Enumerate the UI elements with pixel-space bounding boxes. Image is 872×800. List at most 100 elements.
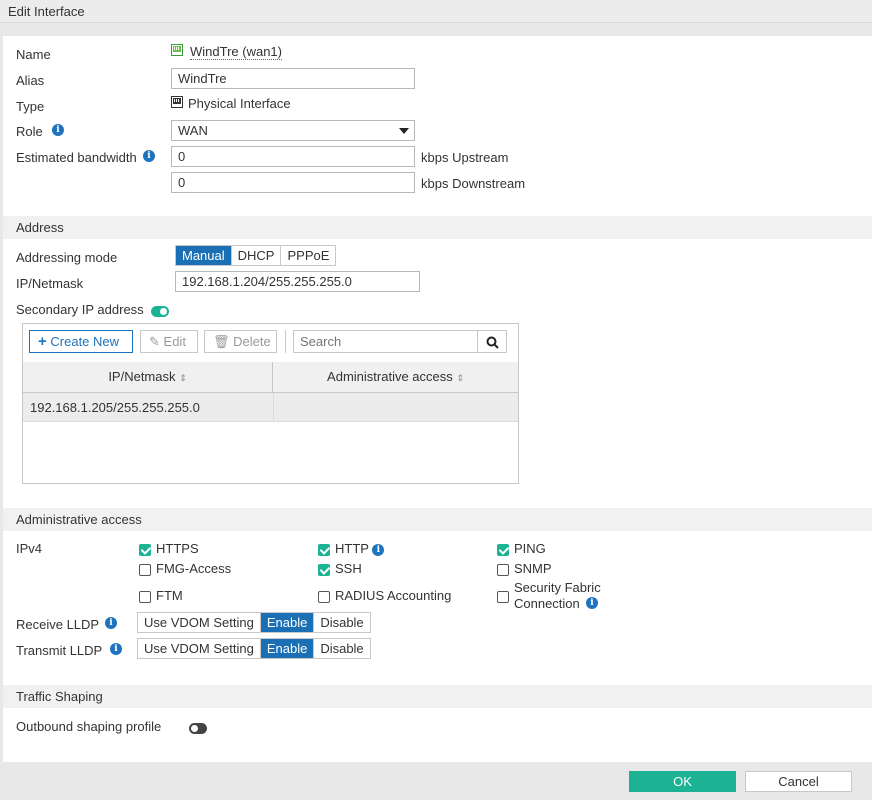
admin-access-section-header: Administrative access bbox=[3, 508, 872, 531]
mode-manual[interactable]: Manual bbox=[176, 246, 232, 265]
checkbox-unchecked[interactable] bbox=[497, 563, 509, 576]
name-label: Name bbox=[16, 47, 51, 62]
secondary-ip-toggle[interactable] bbox=[151, 306, 169, 318]
alias-label: Alias bbox=[16, 73, 45, 88]
column-header-ipnetmask-label: IP/Netmask bbox=[108, 369, 176, 384]
downstream-input[interactable]: 0 bbox=[171, 172, 415, 193]
window-title: Edit Interface bbox=[0, 0, 872, 23]
checkbox-unchecked[interactable] bbox=[139, 563, 151, 576]
receive-lldp-label: Receive LLDP bbox=[16, 617, 100, 632]
checkbox-label: SSH bbox=[335, 561, 362, 576]
checkbox-unchecked[interactable] bbox=[318, 590, 330, 603]
physical-interface-icon bbox=[171, 96, 183, 111]
receive-lldp-disable[interactable]: Disable bbox=[314, 613, 370, 632]
checkbox-http[interactable]: HTTP i bbox=[318, 541, 385, 556]
addressing-mode-label: Addressing mode bbox=[16, 250, 118, 265]
checkbox-ssh[interactable]: SSH bbox=[318, 561, 362, 576]
checkbox-label: HTTPS bbox=[156, 541, 199, 556]
transmit-lldp-disable[interactable]: Disable bbox=[314, 639, 370, 658]
column-header-ipnetmask[interactable]: IP/Netmask ⇕ bbox=[23, 362, 273, 393]
checkbox-label: SNMP bbox=[514, 561, 552, 576]
type-label: Type bbox=[16, 99, 45, 114]
checkbox-ping[interactable]: PING bbox=[497, 541, 546, 556]
search-icon bbox=[486, 336, 499, 349]
checkbox-fmg-access[interactable]: FMG-Access bbox=[139, 561, 231, 576]
role-selected-value: WAN bbox=[178, 123, 208, 138]
delete-button[interactable]: 🗑 Delete bbox=[204, 330, 277, 353]
search-button[interactable] bbox=[477, 330, 507, 353]
toolbar-divider bbox=[285, 330, 286, 353]
ipnetmask-label: IP/Netmask bbox=[16, 276, 84, 291]
alias-input[interactable]: WindTre bbox=[171, 68, 415, 89]
checkbox-checked[interactable] bbox=[318, 563, 330, 576]
checkbox-label: RADIUS Accounting bbox=[335, 588, 452, 603]
create-new-button[interactable]: + Create New bbox=[29, 330, 133, 353]
sort-icon: ⇕ bbox=[456, 373, 464, 383]
chevron-down-icon bbox=[399, 128, 409, 134]
column-divider bbox=[273, 393, 274, 422]
secondary-ip-table: IP/Netmask ⇕ Administrative access ⇕ 192… bbox=[23, 362, 518, 483]
checkbox-checked[interactable] bbox=[497, 543, 509, 556]
ok-button[interactable]: OK bbox=[629, 771, 736, 792]
transmit-lldp-use-vdom[interactable]: Use VDOM Setting bbox=[138, 639, 261, 658]
receive-lldp-use-vdom[interactable]: Use VDOM Setting bbox=[138, 613, 261, 632]
secondary-ip-label: Secondary IP address bbox=[16, 302, 144, 317]
receive-lldp-info-icon[interactable]: i bbox=[105, 617, 117, 629]
transmit-lldp-info-icon[interactable]: i bbox=[110, 643, 122, 655]
mode-dhcp[interactable]: DHCP bbox=[231, 246, 282, 265]
interface-name[interactable]: WindTre (wan1) bbox=[190, 44, 282, 60]
row-ipnetmask: 192.168.1.205/255.255.255.0 bbox=[30, 400, 200, 415]
checkbox-https[interactable]: HTTPS bbox=[139, 541, 199, 556]
mode-pppoe[interactable]: PPPoE bbox=[281, 246, 336, 265]
create-new-label: Create New bbox=[50, 334, 120, 349]
pencil-icon: ✎ bbox=[149, 334, 160, 349]
dialog-footer: OK Cancel bbox=[0, 762, 872, 800]
role-label: Role bbox=[16, 124, 43, 139]
role-info-icon[interactable]: i bbox=[52, 124, 64, 136]
cancel-button[interactable]: Cancel bbox=[745, 771, 852, 792]
type-value: Physical Interface bbox=[188, 96, 291, 111]
transmit-lldp-selector: Use VDOM Setting Enable Disable bbox=[137, 638, 371, 659]
http-info-icon[interactable]: i bbox=[372, 543, 385, 556]
checkbox-label: FMG-Access bbox=[156, 561, 232, 576]
checkbox-ftm[interactable]: FTM bbox=[139, 588, 183, 603]
checkbox-label: PING bbox=[514, 541, 546, 556]
receive-lldp-enable[interactable]: Enable bbox=[260, 613, 315, 632]
role-select[interactable]: WAN bbox=[171, 120, 415, 141]
upstream-unit: kbps Upstream bbox=[421, 150, 509, 165]
edit-label: Edit bbox=[163, 334, 186, 349]
traffic-shaping-section-header: Traffic Shaping bbox=[3, 685, 872, 708]
ipv4-label: IPv4 bbox=[16, 541, 43, 556]
upstream-input[interactable]: 0 bbox=[171, 146, 415, 167]
security-fabric-label-line1: Security Fabric bbox=[514, 580, 601, 595]
transmit-lldp-label: Transmit LLDP bbox=[16, 643, 103, 658]
column-header-admin-access[interactable]: Administrative access ⇕ bbox=[273, 362, 518, 393]
checkbox-radius-accounting[interactable]: RADIUS Accounting bbox=[318, 588, 451, 603]
trash-icon: 🗑 bbox=[213, 334, 230, 349]
delete-label: Delete bbox=[233, 334, 271, 349]
checkbox-checked[interactable] bbox=[318, 543, 330, 556]
edit-button[interactable]: ✎ Edit bbox=[140, 330, 198, 353]
checkbox-security-fabric[interactable] bbox=[497, 588, 514, 603]
port-icon bbox=[171, 44, 183, 59]
checkbox-checked[interactable] bbox=[139, 543, 151, 556]
downstream-unit: kbps Downstream bbox=[421, 176, 526, 191]
column-header-admin-access-label: Administrative access bbox=[327, 369, 453, 384]
address-section-header: Address bbox=[3, 216, 872, 239]
checkbox-label: HTTP bbox=[335, 541, 369, 556]
bandwidth-info-icon[interactable]: i bbox=[143, 150, 155, 162]
checkbox-unchecked[interactable] bbox=[497, 590, 509, 603]
outbound-shaping-toggle[interactable] bbox=[188, 723, 207, 735]
receive-lldp-selector: Use VDOM Setting Enable Disable bbox=[137, 612, 371, 633]
plus-icon: + bbox=[38, 333, 47, 350]
transmit-lldp-enable[interactable]: Enable bbox=[260, 639, 315, 658]
addressing-mode-selector: Manual DHCP PPPoE bbox=[175, 245, 337, 266]
outbound-shaping-label: Outbound shaping profile bbox=[16, 719, 162, 734]
table-row[interactable]: 192.168.1.205/255.255.255.0 bbox=[23, 393, 518, 422]
security-fabric-info-icon[interactable]: i bbox=[586, 597, 598, 609]
checkbox-unchecked[interactable] bbox=[139, 590, 151, 603]
ipnetmask-input[interactable]: 192.168.1.204/255.255.255.0 bbox=[175, 271, 420, 292]
sort-icon: ⇕ bbox=[179, 373, 187, 383]
checkbox-snmp[interactable]: SNMP bbox=[497, 561, 552, 576]
search-input[interactable] bbox=[293, 330, 478, 353]
